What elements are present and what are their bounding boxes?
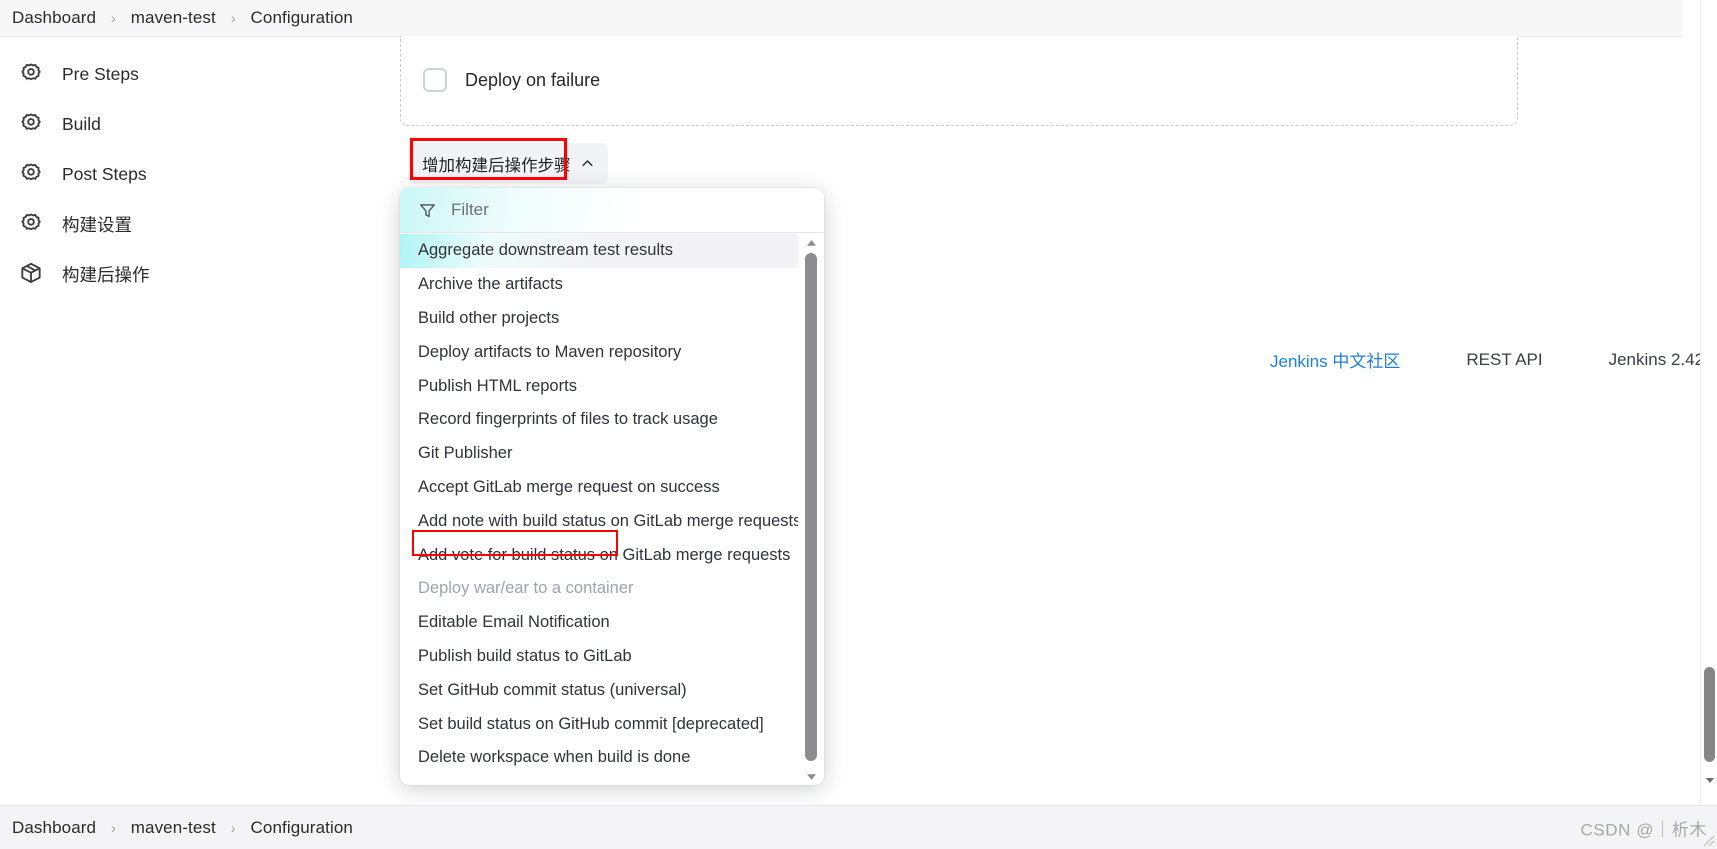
gear-icon xyxy=(16,59,46,89)
dropdown-item-label: Aggregate downstream test results xyxy=(418,241,673,260)
gear-icon xyxy=(16,109,46,139)
dropdown-item[interactable]: Delete workspace when build is done xyxy=(400,741,798,775)
resize-grip-icon[interactable] xyxy=(1701,833,1715,847)
scroll-down-arrow-icon[interactable] xyxy=(798,769,824,784)
breadcrumb-bottom: Dashboard › maven-test › Configuration xyxy=(10,818,355,838)
dropdown-item-deploy-war-ear[interactable]: Deploy war/ear to a container xyxy=(400,572,798,606)
dropdown-item[interactable]: Git Publisher xyxy=(400,437,798,471)
dropdown-scrollbar-thumb[interactable] xyxy=(805,253,817,761)
dropdown-item-label: Accept GitLab merge request on success xyxy=(418,477,720,496)
dropdown-item-label: Record fingerprints of files to track us… xyxy=(418,410,718,429)
sidebar-item-post-build-actions[interactable]: 构建后操作 xyxy=(0,249,400,299)
breadcrumb-bottom-item-dashboard[interactable]: Dashboard xyxy=(10,818,98,838)
add-post-build-step-label: 增加构建后操作步骤 xyxy=(422,156,571,175)
watermark: CSDN @｜析木 xyxy=(1580,815,1707,840)
dropdown-item[interactable]: Add note with build status on GitLab mer… xyxy=(400,504,798,538)
deploy-on-failure-label: Deploy on failure xyxy=(465,69,601,90)
watermark-text: CSDN @｜析木 xyxy=(1580,820,1707,839)
breadcrumb-item-dashboard[interactable]: Dashboard xyxy=(10,8,98,28)
page-scrollbar-thumb[interactable] xyxy=(1704,667,1715,762)
dropdown-item-label: Add vote for build status on GitLab merg… xyxy=(418,545,791,564)
sidebar-item-build[interactable]: Build xyxy=(0,99,400,149)
dropdown-item-label: Publish build status to GitLab xyxy=(418,646,632,665)
chevron-up-icon xyxy=(580,156,595,171)
rest-api-link[interactable]: REST API xyxy=(1466,350,1542,370)
breadcrumb: Dashboard › maven-test › Configuration xyxy=(10,8,355,28)
breadcrumb-bottom-item-configuration[interactable]: Configuration xyxy=(249,818,355,838)
bottom-breadcrumb-bar: Dashboard › maven-test › Configuration C… xyxy=(0,805,1717,849)
breadcrumb-separator-icon: › xyxy=(230,819,236,836)
package-icon xyxy=(16,259,46,289)
breadcrumb-item-configuration[interactable]: Configuration xyxy=(249,8,355,28)
breadcrumb-separator-icon: › xyxy=(111,10,116,26)
dropdown-item-label: Publish HTML reports xyxy=(418,376,577,395)
dropdown-item-label: Set GitHub commit status (universal) xyxy=(418,680,687,699)
dropdown-filter-row[interactable]: Filter xyxy=(400,188,824,233)
sidebar-item-label: 构建后操作 xyxy=(62,264,150,285)
dropdown-item[interactable]: Record fingerprints of files to track us… xyxy=(400,403,798,437)
jenkins-community-link[interactable]: Jenkins 中文社区 xyxy=(1270,347,1400,372)
breadcrumb-separator-icon: › xyxy=(230,10,236,26)
dropdown-item[interactable]: Add vote for build status on GitLab merg… xyxy=(400,538,798,572)
add-post-build-step-button[interactable]: 增加构建后操作步骤 xyxy=(408,143,608,184)
dropdown-item-label: Archive the artifacts xyxy=(418,275,563,294)
dropdown-item[interactable]: Build other projects xyxy=(400,302,798,336)
dropdown-item-label: Deploy war/ear to a container xyxy=(418,579,634,598)
dropdown-item-label: Add note with build status on GitLab mer… xyxy=(418,511,798,530)
dropdown-item[interactable]: Editable Email Notification xyxy=(400,606,798,640)
sidebar-item-label: 构建设置 xyxy=(62,214,132,235)
sidebar-item-label: Post Steps xyxy=(62,163,147,184)
page-scroll-down-arrow-icon[interactable] xyxy=(1701,772,1717,789)
dropdown-item-label: Build other projects xyxy=(418,308,560,327)
dropdown-item[interactable]: Accept GitLab merge request on success xyxy=(400,471,798,505)
sidebar-item-label: Pre Steps xyxy=(62,63,139,84)
dropdown-item[interactable]: Publish HTML reports xyxy=(400,369,798,403)
scroll-up-arrow-icon[interactable] xyxy=(798,235,824,250)
dropdown-item[interactable]: Aggregate downstream test results xyxy=(400,234,798,268)
top-breadcrumb-bar: Dashboard › maven-test › Configuration xyxy=(0,0,1683,37)
dropdown-item-list: Aggregate downstream test results Archiv… xyxy=(400,234,798,785)
dropdown-item[interactable]: Publish build status to GitLab xyxy=(400,640,798,674)
dropdown-item[interactable]: Set GitHub commit status (universal) xyxy=(400,673,798,707)
sidebar-item-post-steps[interactable]: Post Steps xyxy=(0,149,400,199)
dropdown-item[interactable]: Set build status on GitHub commit [depre… xyxy=(400,707,798,741)
dropdown-item-label: Git Publisher xyxy=(418,444,513,463)
dropdown-item-label: Delete workspace when build is done xyxy=(418,748,691,767)
breadcrumb-separator-icon: › xyxy=(111,819,116,836)
page-scrollbar[interactable] xyxy=(1700,0,1717,825)
breadcrumb-bottom-item-maven-test[interactable]: maven-test xyxy=(129,818,218,838)
browser-viewport: Dashboard › maven-test › Configuration P… xyxy=(0,0,1717,849)
dropdown-scrollbar[interactable] xyxy=(798,234,824,785)
dropdown-item[interactable]: Archive the artifacts xyxy=(400,268,798,302)
post-build-action-dropdown: Filter Aggregate downstream test results… xyxy=(400,188,824,785)
funnel-icon xyxy=(418,201,437,220)
sidebar-item-build-settings[interactable]: 构建设置 xyxy=(0,199,400,249)
gear-icon xyxy=(16,159,46,189)
gear-icon xyxy=(16,209,46,239)
breadcrumb-item-maven-test[interactable]: maven-test xyxy=(129,8,218,28)
post-build-step-panel: Deploy on failure xyxy=(400,36,1518,126)
sidebar: Pre Steps Build Post Steps 构建设置 构建后操作 xyxy=(0,37,400,299)
sidebar-item-pre-steps[interactable]: Pre Steps xyxy=(0,49,400,99)
dropdown-item-label: Deploy artifacts to Maven repository xyxy=(418,342,682,361)
footer-links: Jenkins 中文社区 REST API Jenkins 2.426.3 xyxy=(1270,347,1717,372)
sidebar-item-label: Build xyxy=(62,113,101,134)
dropdown-filter-input[interactable]: Filter xyxy=(451,200,489,220)
dropdown-item-label: Editable Email Notification xyxy=(418,613,610,632)
dropdown-item[interactable]: Deploy artifacts to Maven repository xyxy=(400,335,798,369)
deploy-on-failure-checkbox[interactable] xyxy=(423,68,447,92)
deploy-on-failure-row[interactable]: Deploy on failure xyxy=(423,68,600,92)
dropdown-item-label: Set build status on GitHub commit [depre… xyxy=(418,714,764,733)
